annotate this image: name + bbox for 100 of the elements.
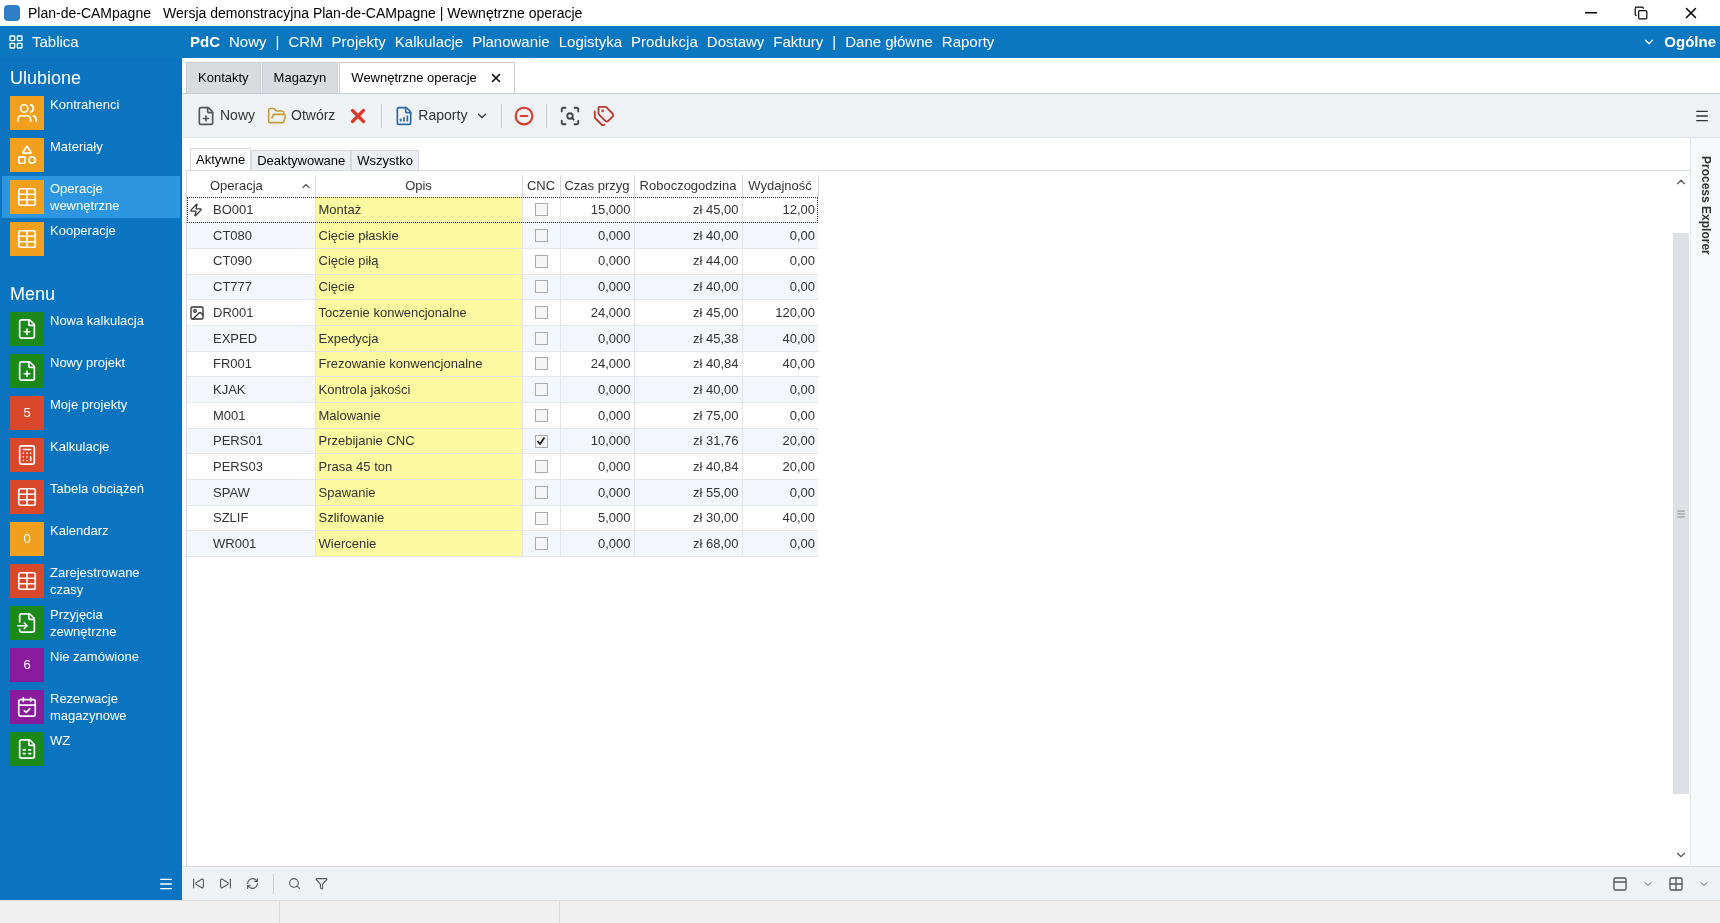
table-row[interactable]: WR001 Wiercenie 0,000 zł 68,00 0,00 <box>187 530 818 557</box>
table-row[interactable]: CT080 Cięcie płaskie 0,000 zł 40,00 0,00 <box>187 222 818 249</box>
nav-link[interactable]: Raporty <box>941 30 995 54</box>
filter-tab[interactable]: Wszystko <box>351 150 419 170</box>
sidebar-item[interactable]: WZ <box>2 728 180 770</box>
table-cell: Wiercenie <box>315 530 522 557</box>
sidebar-item[interactable]: Nowa kalkulacja <box>2 308 180 350</box>
new-button[interactable]: Nowy <box>192 99 259 132</box>
nav-link[interactable]: Produkcja <box>631 30 698 54</box>
document-tab[interactable]: Wewnętrzne operacje <box>339 62 515 93</box>
table-cell: SPAW <box>207 479 315 506</box>
table-cell: 0,000 <box>560 274 634 300</box>
nav-link[interactable]: CRM <box>288 30 323 54</box>
sidebar-item[interactable]: 0 Kalendarz <box>2 518 180 560</box>
restore-icon <box>1634 6 1648 20</box>
sidebar-item[interactable]: Kalkulacje <box>2 434 180 476</box>
sidebar-item[interactable]: Zarejestrowane czasy <box>2 560 180 602</box>
table-cell: 40,00 <box>742 351 818 377</box>
table-cell: Przebijanie CNC <box>315 428 522 454</box>
sidebar-item[interactable]: Tabela obciążeń <box>2 476 180 518</box>
sidebar-item[interactable]: Materiały <box>2 134 180 176</box>
checkbox[interactable] <box>534 306 548 320</box>
table-row[interactable]: CT777 Cięcie 0,000 zł 40,00 0,00 <box>187 274 818 300</box>
table-row[interactable]: PERS01 Przebijanie CNC 10,000 zł 31,76 20,00 <box>187 428 818 454</box>
checkbox[interactable] <box>534 229 548 243</box>
nav-link[interactable]: Nowy <box>229 30 267 54</box>
table-cell: Montaż <box>315 197 522 223</box>
nav-link[interactable]: Dostawy <box>706 30 765 54</box>
nav-link[interactable]: Logistyka <box>558 30 623 54</box>
table-row[interactable]: SZLIF Szlifowanie 5,000 zł 30,00 40,00 <box>187 505 818 531</box>
search-icon[interactable] <box>288 877 301 890</box>
checkbox[interactable] <box>534 280 548 294</box>
table-cell: WR001 <box>207 530 315 557</box>
home-button[interactable]: Tablica <box>0 26 182 58</box>
sidebar-item[interactable]: Kontrahenci <box>2 92 180 134</box>
sidebar-item[interactable]: Kooperacje <box>2 218 180 260</box>
table-row[interactable]: EXPED Expedycja 0,000 zł 45,38 40,00 <box>187 325 818 352</box>
count-tile: 0 <box>10 522 44 556</box>
checkbox[interactable] <box>534 254 548 268</box>
refresh-icon[interactable] <box>246 877 259 890</box>
table-cell: 0,00 <box>742 402 818 429</box>
table-cell: Cięcie <box>315 274 522 300</box>
nav-link[interactable]: Dane główne <box>845 30 933 54</box>
nav-link[interactable]: Planowanie <box>472 30 550 54</box>
table-cell: 120,00 <box>742 299 818 326</box>
table-cell: zł 55,00 <box>634 479 742 506</box>
filter-icon[interactable] <box>315 877 328 890</box>
table-cell: DR001 <box>207 299 315 326</box>
table-cell: 24,000 <box>560 351 634 377</box>
filter-tab[interactable]: Deaktywowane <box>251 150 352 170</box>
table-row[interactable]: DR001 Toczenie konwencjonalne 24,000 zł 45,00 120,00 <box>187 299 818 326</box>
side-panel-tab[interactable]: Process Explorer <box>1696 156 1715 255</box>
last-record-icon[interactable] <box>219 877 232 890</box>
table-row[interactable]: BO001 Montaż 15,000 zł 45,00 12,00 <box>187 197 818 223</box>
checkbox[interactable] <box>534 511 548 525</box>
layout-icon[interactable] <box>1612 875 1628 892</box>
checkbox[interactable] <box>534 383 548 397</box>
table-row[interactable]: FR001 Frezowanie konwencjonalne 24,000 zł 40,84 40,00 <box>187 351 818 377</box>
table-cell: 0,000 <box>560 479 634 506</box>
table-cell: Prasa 45 ton <box>315 453 522 480</box>
table-cell: zł 40,00 <box>634 222 742 249</box>
reports-button[interactable]: Raporty <box>390 99 494 132</box>
checkbox[interactable] <box>534 203 548 217</box>
table-row[interactable]: PERS03 Prasa 45 ton 0,000 zł 40,84 20,00 <box>187 453 818 480</box>
checkbox[interactable] <box>534 460 548 474</box>
first-record-icon[interactable] <box>192 877 205 890</box>
nav-link[interactable]: Faktury <box>773 30 824 54</box>
table-row[interactable]: KJAK Kontrola jakości 0,000 zł 40,00 0,00 <box>187 376 818 403</box>
document-tab[interactable]: Magazyn <box>261 62 339 93</box>
checkbox[interactable] <box>534 331 548 345</box>
table-cell: 0,000 <box>560 248 634 275</box>
table-cell: zł 40,84 <box>634 453 742 480</box>
sidebar-item[interactable]: Nowy projekt <box>2 350 180 392</box>
menu-icon[interactable] <box>158 876 174 892</box>
nav-separator: | <box>275 31 280 52</box>
table-row[interactable]: M001 Malowanie 0,000 zł 75,00 0,00 <box>187 402 818 429</box>
table-cell: CT090 <box>207 248 315 275</box>
sidebar-item[interactable]: Przyjęcia zewnętrzne <box>2 602 180 644</box>
count-tile: 6 <box>10 648 44 682</box>
table-cell: PERS01 <box>207 428 315 454</box>
grid-view-icon[interactable] <box>1668 875 1684 892</box>
nav-link[interactable]: Projekty <box>331 30 386 54</box>
document-tab[interactable]: Kontakty <box>186 62 261 93</box>
checkbox[interactable] <box>534 485 548 499</box>
sidebar-item[interactable]: Rezerwacje magazynowe <box>2 686 180 728</box>
open-button[interactable]: Otwórz <box>263 99 340 132</box>
nav-link[interactable]: Kalkulacje <box>394 30 464 54</box>
table-row[interactable]: CT090 Cięcie piłą 0,000 zł 44,00 0,00 <box>187 248 818 275</box>
filter-tab[interactable]: Aktywne <box>190 148 252 170</box>
profile-dropdown[interactable]: Ogólne <box>1642 30 1720 54</box>
checkbox[interactable] <box>534 357 548 371</box>
checkbox[interactable] <box>534 434 548 448</box>
sidebar-item[interactable]: 5 Moje projekty <box>2 392 180 434</box>
checkbox[interactable] <box>534 537 548 551</box>
table-cell: 40,00 <box>742 505 818 531</box>
table-cell: 20,00 <box>742 453 818 480</box>
scroll-thumb[interactable] <box>1673 233 1689 794</box>
table-row[interactable]: SPAW Spawanie 0,000 zł 55,00 0,00 <box>187 479 818 506</box>
sidebar-item[interactable]: 6 Nie zamówione <box>2 644 180 686</box>
checkbox[interactable] <box>534 408 548 422</box>
